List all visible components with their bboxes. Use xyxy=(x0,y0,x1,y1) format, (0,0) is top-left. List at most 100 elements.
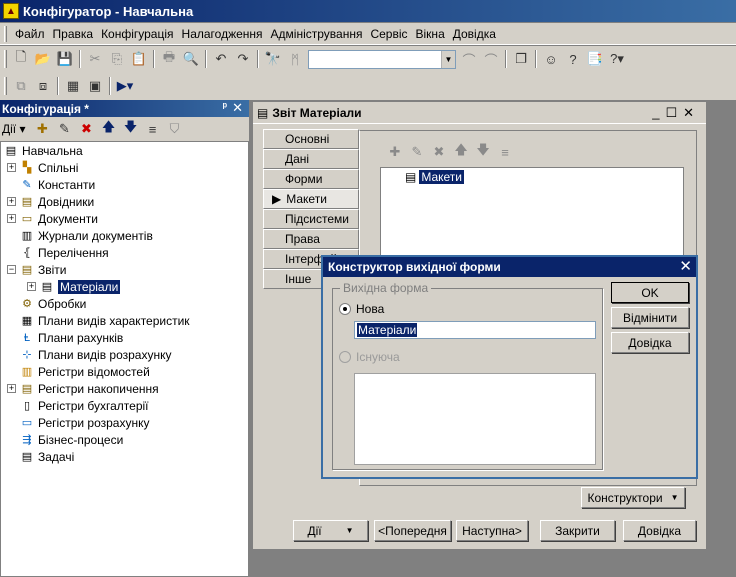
tree-node[interactable]: ▦ Плани видів характеристик xyxy=(19,312,190,329)
expand-icon[interactable]: + xyxy=(7,214,16,223)
move-down-icon[interactable]: 🡇 xyxy=(120,119,142,139)
tree-node[interactable]: + ▚ Спільні xyxy=(7,159,78,176)
menu-configuration[interactable]: Конфігурація xyxy=(97,27,177,41)
menu-edit[interactable]: Правка xyxy=(49,27,98,41)
maximize-icon[interactable]: ☐ xyxy=(665,105,683,120)
search-combo[interactable]: ▼ xyxy=(308,49,456,69)
new-file-icon[interactable]: 🗋 xyxy=(10,49,32,69)
next-button[interactable]: Наступна> xyxy=(456,520,528,541)
tree-node[interactable]: ⚙ Обробки xyxy=(19,295,86,312)
update-db-icon[interactable]: ▦ xyxy=(62,76,84,96)
help-search-icon[interactable]: ? xyxy=(562,49,584,69)
tree-node[interactable]: ▤ Задачі xyxy=(19,448,74,465)
add-icon[interactable]: ✚ xyxy=(384,143,406,161)
tree-node[interactable]: ⦃ Перелічення xyxy=(19,244,109,261)
tree-node-selected[interactable]: + ▤ Матеріали xyxy=(27,278,121,295)
find-next-icon[interactable]: ᛗ xyxy=(284,49,306,69)
tree-node[interactable]: ▥ Журнали документів xyxy=(19,227,153,244)
tree-node[interactable]: Ⱡ Плани рахунків xyxy=(19,329,123,346)
cut-icon[interactable]: ✂ xyxy=(84,49,106,69)
tree-node[interactable]: ▤ Навчальна xyxy=(3,142,83,159)
redo-icon[interactable]: ↷ xyxy=(232,49,254,69)
tab-data[interactable]: Дані xyxy=(263,149,359,169)
actions-button[interactable]: Дії ▼ xyxy=(293,520,368,541)
compare-icon[interactable]: ⧉ xyxy=(10,76,32,96)
delete-icon[interactable]: ✖ xyxy=(428,143,450,161)
close-icon[interactable]: ✕ xyxy=(232,100,243,116)
run-debug-icon[interactable]: ▶▾ xyxy=(114,76,136,96)
menu-debug[interactable]: Налагодження xyxy=(178,27,267,41)
move-down-icon[interactable]: 🡇 xyxy=(472,142,494,161)
close-icon[interactable]: ✕ xyxy=(679,257,692,275)
tree-node[interactable]: − ▤ Звіти xyxy=(7,261,67,278)
edit-icon[interactable]: ✎ xyxy=(406,143,428,161)
pin-icon[interactable]: ᵖ xyxy=(223,101,227,113)
list-item[interactable]: ▤ Макети xyxy=(405,170,465,184)
expand-icon[interactable]: + xyxy=(7,197,16,206)
radio-new[interactable]: Нова xyxy=(339,302,384,316)
windows-icon[interactable]: ❐ xyxy=(510,49,532,69)
tree-node[interactable]: ⇶ Бізнес-процеси xyxy=(19,431,123,448)
minimize-icon[interactable]: _ xyxy=(652,105,665,120)
actions-menu-button[interactable]: Дії ▾ xyxy=(2,122,26,136)
tree-node[interactable]: ▯ Регістри бухгалтерії xyxy=(19,397,149,414)
add-icon[interactable]: ✚ xyxy=(32,119,54,139)
close-icon[interactable]: ✕ xyxy=(683,105,700,120)
chevron-down-icon[interactable]: ▼ xyxy=(441,50,455,68)
tree-node-label: Бізнес-процеси xyxy=(38,432,124,447)
expand-icon[interactable]: + xyxy=(7,384,16,393)
sort-icon[interactable]: ≡ xyxy=(142,119,164,139)
menu-windows[interactable]: Вікна xyxy=(412,27,449,41)
edit-icon[interactable]: ✎ xyxy=(54,119,76,139)
radio-existing[interactable]: Існуюча xyxy=(339,350,400,364)
help-dropdown-icon[interactable]: ?▾ xyxy=(606,49,628,69)
paste-icon[interactable]: 📋 xyxy=(128,49,150,69)
help-button[interactable]: Довідка xyxy=(623,520,696,541)
copy-icon[interactable]: ⎘ xyxy=(106,49,128,69)
tab-basic[interactable]: Основні xyxy=(263,129,359,149)
constructors-button[interactable]: Конструктори ▼ xyxy=(581,487,685,508)
search-forward-icon[interactable]: ⌒ xyxy=(458,49,480,69)
collapse-icon[interactable]: − xyxy=(7,265,16,274)
syntax-helper-icon[interactable]: 📑 xyxy=(584,49,606,69)
tab-layouts[interactable]: ▶ Макети xyxy=(263,189,359,209)
undo-icon[interactable]: ↶ xyxy=(210,49,232,69)
merge-icon[interactable]: ⧈ xyxy=(32,76,54,96)
search-back-icon[interactable]: ⌒ xyxy=(480,49,502,69)
tree-node[interactable]: ▥ Регістри відомостей xyxy=(19,363,150,380)
open-file-icon[interactable]: 📂 xyxy=(32,49,54,69)
tree-node[interactable]: ⊹ Плани видів розрахунку xyxy=(19,346,171,363)
tab-rights[interactable]: Права xyxy=(263,229,359,249)
tab-forms[interactable]: Форми xyxy=(263,169,359,189)
cancel-button[interactable]: Відмінити xyxy=(611,307,689,328)
existing-forms-list[interactable] xyxy=(354,373,596,465)
tree-node[interactable]: ✎ Константи xyxy=(19,176,95,193)
filter-icon[interactable]: ⛉ xyxy=(164,119,186,139)
ok-button[interactable]: OK xyxy=(611,282,689,303)
assistant-icon[interactable]: ☺ xyxy=(540,49,562,69)
menu-service[interactable]: Сервіс xyxy=(366,27,411,41)
find-icon[interactable]: 🔭 xyxy=(262,49,284,69)
form-name-input[interactable]: Матеріали xyxy=(354,321,596,339)
delete-icon[interactable]: ✖ xyxy=(76,119,98,139)
expand-icon[interactable]: + xyxy=(7,163,16,172)
print-preview-icon[interactable]: 🔍 xyxy=(180,49,202,69)
tree-node[interactable]: ▭ Регістри розрахунку xyxy=(19,414,150,431)
menu-administration[interactable]: Адміністрування xyxy=(267,27,367,41)
prev-button[interactable]: <Попередня xyxy=(374,520,451,541)
close-button[interactable]: Закрити xyxy=(540,520,615,541)
tree-node[interactable]: + ▭ Документи xyxy=(7,210,98,227)
expand-icon[interactable]: + xyxy=(27,282,36,291)
tree-node[interactable]: + ▤ Довідники xyxy=(7,193,94,210)
dialog-help-button[interactable]: Довідка xyxy=(611,332,689,353)
print-icon[interactable]: 🖶 xyxy=(158,49,180,69)
config-window-icon[interactable]: ▣ xyxy=(84,76,106,96)
menu-help[interactable]: Довідка xyxy=(449,27,500,41)
tab-subsystems[interactable]: Підсистеми xyxy=(263,209,359,229)
tree-node[interactable]: + ▤ Регістри накопичення xyxy=(7,380,159,397)
move-up-icon[interactable]: 🡅 xyxy=(98,119,120,139)
menu-file[interactable]: Файл xyxy=(11,27,49,41)
move-up-icon[interactable]: 🡅 xyxy=(450,142,472,161)
save-icon[interactable]: 💾 xyxy=(54,49,76,69)
sort-icon[interactable]: ≡ xyxy=(494,143,516,161)
